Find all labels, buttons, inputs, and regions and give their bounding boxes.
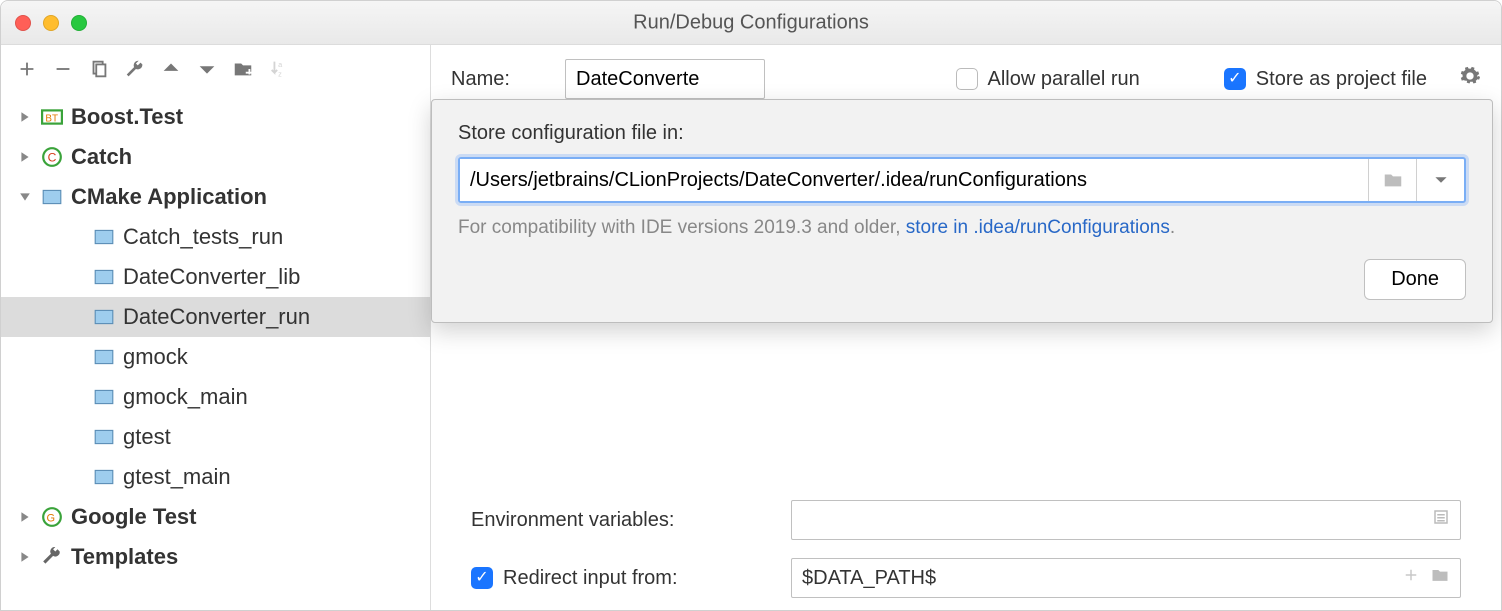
svg-text:C: C xyxy=(48,150,57,164)
allow-parallel-checkbox[interactable]: Allow parallel run xyxy=(956,68,1140,91)
sidebar: az BT Boost.Test C Catch CMake Applicati… xyxy=(1,45,431,610)
env-row: Environment variables: xyxy=(471,500,1461,540)
gtest-icon: G xyxy=(41,506,63,528)
name-label: Name: xyxy=(451,68,541,91)
chevron-down-icon[interactable] xyxy=(1416,159,1464,201)
save-folder-icon[interactable] xyxy=(231,57,255,81)
move-up-icon[interactable] xyxy=(159,57,183,81)
tree-node-cmake-app[interactable]: CMake Application xyxy=(1,177,430,217)
store-project-label: Store as project file xyxy=(1256,68,1427,91)
square-app-icon xyxy=(93,466,115,488)
popover-hint: For compatibility with IDE versions 2019… xyxy=(458,217,1466,239)
boost-icon: BT xyxy=(41,106,63,128)
config-tree[interactable]: BT Boost.Test C Catch CMake Application … xyxy=(1,93,430,610)
checkbox-icon xyxy=(1224,68,1246,90)
tree-node-gmock_main[interactable]: gmock_main xyxy=(1,377,430,417)
titlebar: Run/Debug Configurations xyxy=(1,1,1501,45)
tree-node-gtest_main[interactable]: gtest_main xyxy=(1,457,430,497)
sidebar-toolbar: az xyxy=(1,45,430,93)
browse-folder-icon[interactable] xyxy=(1430,565,1450,591)
square-app-icon xyxy=(93,346,115,368)
redirect-input[interactable]: $DATA_PATH$ xyxy=(791,558,1461,598)
store-location-popover: Store configuration file in: For compati… xyxy=(431,99,1493,323)
window-zoom-button[interactable] xyxy=(71,15,87,31)
allow-parallel-label: Allow parallel run xyxy=(988,68,1140,91)
sort-az-icon[interactable]: az xyxy=(267,57,291,81)
add-icon[interactable] xyxy=(15,57,39,81)
svg-text:z: z xyxy=(278,69,282,78)
main-panel: Name: Allow parallel run Store as projec… xyxy=(431,45,1501,610)
store-project-checkbox[interactable]: Store as project file xyxy=(1224,68,1427,91)
move-down-icon[interactable] xyxy=(195,57,219,81)
redirect-checkbox[interactable] xyxy=(471,567,493,589)
redirect-label: Redirect input from: xyxy=(503,567,678,590)
env-label: Environment variables: xyxy=(471,509,791,532)
window-close-button[interactable] xyxy=(15,15,31,31)
redirect-row: Redirect input from: $DATA_PATH$ xyxy=(471,558,1461,598)
list-edit-icon[interactable] xyxy=(1432,508,1450,532)
tree-node-dateconverter_lib[interactable]: DateConverter_lib xyxy=(1,257,430,297)
tree-node-gtest[interactable]: gtest xyxy=(1,417,430,457)
done-button[interactable]: Done xyxy=(1364,259,1466,300)
wrench-icon xyxy=(41,546,63,568)
svg-text:a: a xyxy=(278,60,283,69)
square-app-icon xyxy=(93,266,115,288)
hint-link[interactable]: store in .idea/runConfigurations xyxy=(906,217,1170,238)
tree-node-catch_tests_run[interactable]: Catch_tests_run xyxy=(1,217,430,257)
tree-node-boost[interactable]: BT Boost.Test xyxy=(1,97,430,137)
popover-header: Store configuration file in: xyxy=(458,122,1466,145)
gear-icon[interactable] xyxy=(1459,65,1481,93)
remove-icon[interactable] xyxy=(51,57,75,81)
square-app-icon xyxy=(93,226,115,248)
window-title: Run/Debug Configurations xyxy=(633,11,869,34)
tree-node-templates[interactable]: Templates xyxy=(1,537,430,577)
copy-icon[interactable] xyxy=(87,57,111,81)
path-input[interactable] xyxy=(460,159,1368,201)
catch-icon: C xyxy=(41,146,63,168)
name-input[interactable] xyxy=(565,59,765,99)
checkbox-icon xyxy=(956,68,978,90)
square-app-icon xyxy=(93,426,115,448)
env-input[interactable] xyxy=(791,500,1461,540)
square-app-icon xyxy=(93,306,115,328)
svg-text:BT: BT xyxy=(45,113,58,124)
tree-node-dateconverter_run[interactable]: DateConverter_run xyxy=(1,297,430,337)
path-combo[interactable] xyxy=(458,157,1466,203)
wrench-icon[interactable] xyxy=(123,57,147,81)
square-app-icon xyxy=(93,386,115,408)
tree-node-google-test[interactable]: G Google Test xyxy=(1,497,430,537)
tree-node-catch[interactable]: C Catch xyxy=(1,137,430,177)
square-app-icon xyxy=(41,186,63,208)
window-minimize-button[interactable] xyxy=(43,15,59,31)
browse-folder-icon[interactable] xyxy=(1368,159,1416,201)
add-icon[interactable] xyxy=(1402,566,1420,590)
svg-text:G: G xyxy=(47,512,56,524)
tree-node-gmock[interactable]: gmock xyxy=(1,337,430,377)
